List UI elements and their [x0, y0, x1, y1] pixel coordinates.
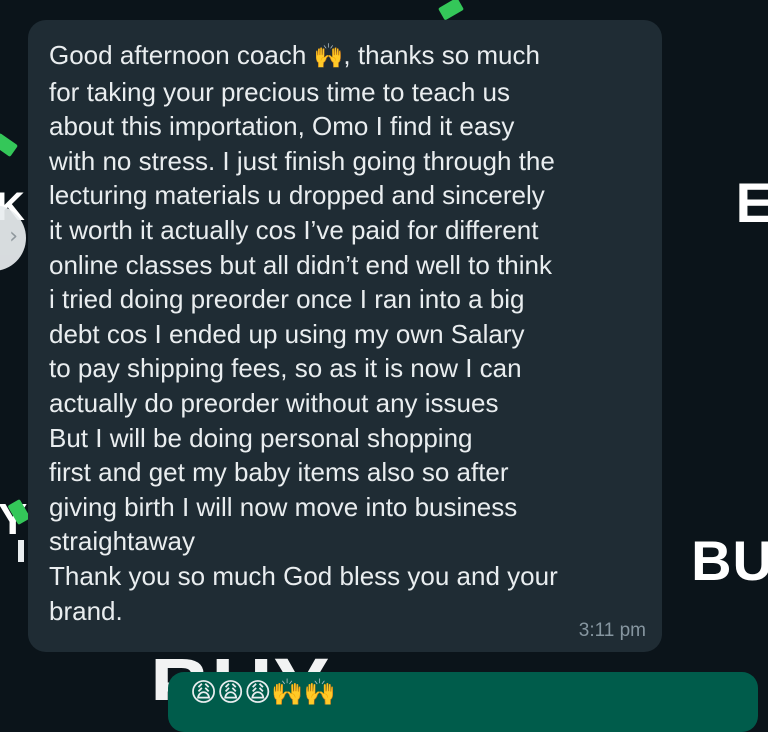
message-line: But I will be doing personal shopping — [49, 422, 473, 453]
message-timestamp: 3:11 pm — [578, 620, 646, 641]
message-line: about this importation, Omo I find it ea… — [49, 111, 515, 142]
raising-hands-emoji: 🙌 — [313, 43, 344, 70]
message-text: Good afternoon coach — [49, 40, 307, 70]
message-line: for taking your precious time to teach u… — [49, 76, 511, 107]
message-text: , thanks so much — [343, 40, 540, 70]
message-line: giving birth I will now move into busine… — [49, 491, 518, 522]
message-line: i tried doing preorder once I ran into a… — [49, 284, 525, 315]
next-message-bubble[interactable]: 😩😩😩🙌🙌 — [168, 672, 758, 732]
message-line: Thank you so much God bless you and your — [49, 560, 558, 591]
message-line: brand. — [49, 595, 123, 626]
message-line: lecturing materials u dropped and sincer… — [49, 180, 545, 211]
message-line: actually do preorder without any issues — [49, 387, 499, 418]
message-line: first and get my baby items also so afte… — [49, 457, 509, 488]
message-line: debt cos I ended up using my own Salary — [49, 318, 525, 349]
message-bubble[interactable]: Good afternoon coach 🙌, thanks so much f… — [28, 20, 662, 652]
message-line: Good afternoon coach 🙌, thanks so much — [49, 38, 642, 75]
message-line: to pay shipping fees, so as it is now I … — [49, 353, 522, 384]
message-line: it worth it actually cos I’ve paid for d… — [49, 214, 539, 245]
chevron-right-icon: › — [9, 224, 18, 249]
wallpaper-letter: E — [735, 171, 768, 234]
message-line: straightaway — [49, 526, 195, 557]
next-message-preview: 😩😩😩🙌🙌 — [190, 678, 337, 708]
message-line: online classes but all didn’t end well t… — [49, 249, 552, 280]
money-icon — [0, 132, 19, 158]
wallpaper-text: BU — [691, 529, 768, 592]
message-line: with no stress. I just finish going thro… — [49, 145, 555, 176]
money-icon — [437, 0, 465, 21]
wallpaper-bar — [18, 540, 24, 562]
